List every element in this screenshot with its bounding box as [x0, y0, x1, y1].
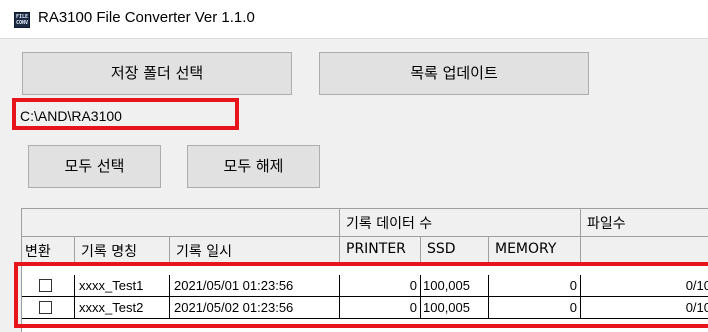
row-file-count: 0/10: [581, 275, 708, 297]
row-checkbox[interactable]: [39, 301, 52, 314]
select-folder-button[interactable]: 저장 폴더 선택: [22, 52, 292, 95]
row-printer-text: 0: [409, 278, 417, 293]
row-checkbox-cell[interactable]: [22, 297, 75, 319]
column-printer-label: PRINTER: [346, 241, 406, 257]
row-printer-count: 0: [340, 275, 421, 297]
row-record-name-text: xxxx_Test1: [79, 278, 144, 293]
header-file-count: 파일수: [581, 209, 708, 237]
column-record-datetime-label: 기록 일시: [176, 244, 232, 260]
app-icon: FILE CONV: [14, 12, 30, 28]
header-record-data-count: 기록 데이터 수: [340, 209, 581, 237]
row-record-name-text: xxxx_Test2: [79, 300, 144, 315]
record-table[interactable]: 기록 데이터 수 파일수 변환 기록 명칭 기록 일시 PRINTER SSD …: [21, 208, 708, 332]
row-checkbox-cell[interactable]: [22, 275, 75, 297]
column-header-files[interactable]: [581, 237, 708, 265]
title-bar: FILE CONV RA3100 File Converter Ver 1.1.0: [0, 0, 708, 39]
row-memory-text: 0: [569, 300, 577, 315]
row-ssd-text: 100,005: [423, 300, 470, 315]
header-record-data-count-label: 기록 데이터 수: [346, 216, 433, 232]
row-record-datetime-text: 2021/05/02 01:23:56: [174, 300, 294, 315]
row-printer-count: 0: [340, 297, 421, 319]
column-header-printer[interactable]: PRINTER: [340, 237, 421, 265]
column-header-ssd[interactable]: SSD: [421, 237, 489, 265]
row-file-count-text: 0/10: [685, 278, 708, 293]
row-record-datetime: 2021/05/01 01:23:56: [170, 275, 340, 297]
window-title: RA3100 File Converter Ver 1.1.0: [38, 9, 255, 26]
row-file-count: 0/10: [581, 297, 708, 319]
header-spacer: [22, 209, 340, 237]
column-record-name-label: 기록 명칭: [81, 244, 137, 260]
column-header-record-datetime[interactable]: 기록 일시: [170, 237, 340, 265]
row-memory-text: 0: [569, 278, 577, 293]
update-list-button[interactable]: 목록 업데이트: [319, 52, 589, 95]
column-header-record-name[interactable]: 기록 명칭: [75, 237, 170, 265]
row-ssd-text: 100,005: [423, 278, 470, 293]
row-file-count-text: 0/10: [685, 300, 708, 315]
select-all-button[interactable]: 모두 선택: [28, 145, 161, 188]
column-convert-label: 변환: [25, 244, 51, 260]
row-checkbox[interactable]: [39, 279, 52, 292]
row-record-name: xxxx_Test2: [75, 297, 170, 319]
row-memory-count: 0: [489, 297, 581, 319]
row-printer-text: 0: [409, 300, 417, 315]
deselect-all-button[interactable]: 모두 해제: [187, 145, 320, 188]
row-record-name: xxxx_Test1: [75, 275, 170, 297]
column-header-convert[interactable]: 변환: [22, 237, 75, 265]
column-ssd-label: SSD: [427, 241, 456, 257]
row-record-datetime-text: 2021/05/01 01:23:56: [174, 278, 294, 293]
folder-path-label: C:\AND\RA3100: [20, 108, 122, 124]
column-memory-label: MEMORY: [495, 241, 557, 257]
header-file-count-label: 파일수: [587, 216, 626, 232]
row-ssd-count: 100,005: [421, 297, 489, 319]
column-header-memory[interactable]: MEMORY: [489, 237, 581, 265]
row-memory-count: 0: [489, 275, 581, 297]
row-record-datetime: 2021/05/02 01:23:56: [170, 297, 340, 319]
row-ssd-count: 100,005: [421, 275, 489, 297]
